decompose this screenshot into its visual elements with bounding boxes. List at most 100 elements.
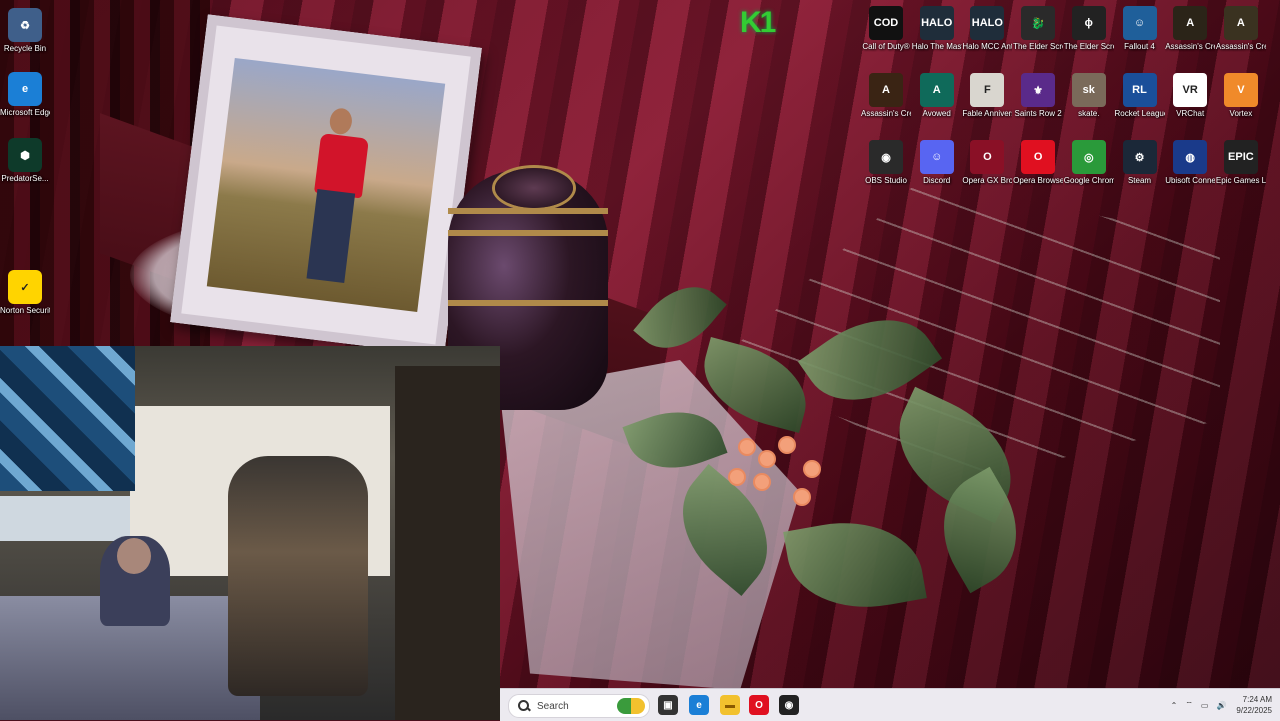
clock-date: 9/22/2025 — [1236, 706, 1272, 715]
volume-icon[interactable]: 🔊 — [1216, 701, 1226, 710]
search-highlight-icon[interactable] — [617, 698, 645, 714]
predatorsense-icon: ⬢ — [8, 138, 42, 172]
desktop-icon-saints-row-2[interactable]: ⚜ Saints Row 2 — [1013, 73, 1063, 119]
halo-mc-icon: HALO — [919, 6, 954, 40]
assassins-creed-o-icon: A — [1173, 6, 1208, 40]
desktop-icon-label: Discord — [923, 176, 951, 185]
desktop-icon-discord[interactable]: ☺ Discord — [912, 140, 962, 186]
desktop-icon-label: Opera GX Browser — [962, 176, 1013, 185]
desktop-icon-halo-mc[interactable]: HALO Halo The Master Chi... — [912, 6, 962, 52]
desktop-icon-fable-anniversary[interactable]: F Fable Anniversary — [962, 73, 1012, 119]
webcam-tapestry — [0, 346, 135, 491]
desktop-icon-label: Epic Games Launcher — [1215, 176, 1266, 185]
desktop-icon-label: skate. — [1078, 109, 1100, 118]
taskbar-app-edge[interactable]: e — [689, 695, 709, 715]
desktop-icon-elder-scrolls-iv[interactable]: ɸ The Elder Scrolls IV ... — [1064, 6, 1114, 52]
desktop-icon-label: Avowed — [922, 109, 951, 118]
desktop-icon-call-of-duty[interactable]: COD Call of Duty® — [861, 6, 911, 52]
search-icon — [517, 699, 531, 713]
assassins-creed-origins-icon: A — [1223, 6, 1258, 40]
desktop-icon-label: Google Chrome — [1063, 176, 1114, 185]
desktop-icon-assassins-creed-origins[interactable]: A Assassin's Creed Origins — [1216, 6, 1266, 52]
desktop-icon-label: Vortex — [1229, 109, 1253, 118]
ubisoft-connect-icon: ◍ — [1173, 140, 1208, 174]
rocket-league-icon: RL — [1122, 73, 1157, 107]
desktop-icon-steam[interactable]: ⚙ Steam — [1115, 140, 1165, 186]
desktop-icon-label: Ubisoft Connect — [1165, 176, 1216, 185]
desktop-icon-label: The Elder Scrolls IV ... — [1063, 42, 1114, 51]
call-of-duty-icon: COD — [869, 6, 903, 40]
microsoft-edge-icon: e — [8, 72, 42, 106]
desktop-icon-fallout-4[interactable]: ☺ Fallout 4 — [1115, 6, 1165, 52]
desktop-icon-label: Fable Anniversary — [962, 109, 1012, 118]
desktop-icon-google-chrome[interactable]: ◎ Google Chrome — [1064, 140, 1114, 186]
desktop-icon-label: Saints Row 2 — [1014, 109, 1062, 118]
desktop-icon-label: PredatorSe... — [1, 174, 49, 183]
taskbar-app-file-explorer[interactable]: ▬ — [720, 695, 740, 715]
steam-icon: ⚙ — [1122, 140, 1157, 174]
desktop-icon-label: Assassin's Creed Origins — [1215, 42, 1266, 51]
vortex-icon: V — [1223, 73, 1258, 107]
desktop-icon-norton[interactable]: ✓ Norton Security Ultra — [0, 270, 50, 316]
desktop-icon-vrchat[interactable]: VR VRChat — [1165, 73, 1215, 119]
epic-games-icon: EPIC — [1223, 140, 1258, 174]
avowed-icon: A — [919, 73, 954, 107]
assassins-creed-mirage-icon: A — [869, 73, 903, 107]
wallpaper-photo — [206, 57, 446, 313]
desktop-icon-predatorsense[interactable]: ⬢ PredatorSe... — [0, 138, 50, 184]
taskbar-search[interactable]: Search — [508, 694, 650, 718]
desktop-icon-obs-studio[interactable]: ◉ OBS Studio — [861, 140, 911, 186]
battery-icon[interactable]: ▭ — [1201, 701, 1209, 710]
desktop-icon-label: Rocket League® — [1114, 109, 1165, 118]
fallout-4-icon: ☺ — [1122, 6, 1157, 40]
norton-icon: ✓ — [8, 270, 42, 304]
desktop-icon-label: OBS Studio — [865, 176, 907, 185]
opera-icon: O — [1021, 140, 1056, 174]
desktop-icon-halo-mcc[interactable]: HALO Halo MCC Anti-Che... — [962, 6, 1012, 52]
clock-time: 7:24 AM — [1242, 695, 1272, 704]
desktop-icon-label: Call of Duty® — [862, 42, 910, 51]
system-tray: ⌃ ⌔ ▭ 🔊 7:24 AM 9/22/2025 — [1167, 689, 1280, 721]
desktop-icon-vortex[interactable]: V Vortex — [1216, 73, 1266, 119]
desktop-icon-label: Microsoft Edge — [0, 108, 50, 117]
search-placeholder: Search — [537, 700, 569, 712]
halo-mcc-icon: HALO — [970, 6, 1005, 40]
chevron-up-icon[interactable]: ⌃ — [1171, 701, 1178, 710]
desktop-icon-label: Recycle Bin — [3, 44, 47, 53]
desktop-icon-assassins-creed-o[interactable]: A Assassin's Creed O... — [1165, 6, 1215, 52]
k1-overlay-text: K1 — [740, 6, 776, 39]
google-chrome-icon: ◎ — [1071, 140, 1106, 174]
desktop-icon-avowed[interactable]: A Avowed — [912, 73, 962, 119]
taskbar-app-taskview[interactable]: ▣ — [658, 695, 678, 715]
desktop-icon-epic-games[interactable]: EPIC Epic Games Launcher — [1216, 140, 1266, 186]
vrchat-icon: VR — [1173, 73, 1208, 107]
desktop-icon-recycle-bin[interactable]: ♻ Recycle Bin — [0, 8, 50, 54]
desktop-icon-opera-gx[interactable]: O Opera GX Browser — [962, 140, 1012, 186]
desktop-icon-elder-scrolls[interactable]: 🐉 The Elder Scrolls ... — [1013, 6, 1063, 52]
desktop-icon-label: Assassin's Creed Mirage — [861, 109, 911, 118]
taskbar-app-opera[interactable]: O — [749, 695, 769, 715]
opera-gx-icon: O — [970, 140, 1005, 174]
desktop-icon-label: Assassin's Creed O... — [1165, 42, 1215, 51]
desktop-icon-opera[interactable]: O Opera Browser — [1013, 140, 1063, 186]
elder-scrolls-icon: 🐉 — [1021, 6, 1056, 40]
network-icon[interactable]: ⌔ — [1185, 700, 1193, 710]
taskbar-app-obs[interactable]: ◉ — [779, 695, 799, 715]
wallpaper-urn-lid — [495, 168, 573, 208]
saints-row-2-icon: ⚜ — [1021, 73, 1056, 107]
skate-icon: sk — [1071, 73, 1106, 107]
desktop-icon-microsoft-edge[interactable]: e Microsoft Edge — [0, 72, 50, 118]
desktop-icon-label: Fallout 4 — [1124, 42, 1155, 51]
webcam-chair — [228, 456, 368, 696]
desktop-icon-skate[interactable]: sk skate. — [1064, 73, 1114, 119]
desktop-icon-ubisoft-connect[interactable]: ◍ Ubisoft Connect — [1165, 140, 1215, 186]
desktop-icon-rocket-league[interactable]: RL Rocket League® — [1115, 73, 1165, 119]
taskbar-clock[interactable]: 7:24 AM 9/22/2025 — [1236, 694, 1272, 716]
fable-anniversary-icon: F — [970, 73, 1005, 107]
desktop-icon-label: Halo MCC Anti-Che... — [962, 42, 1012, 51]
desktop-icon-assassins-creed-mirage[interactable]: A Assassin's Creed Mirage — [861, 73, 911, 119]
desktop-icon-label: Opera Browser — [1013, 176, 1064, 185]
desktop-icon-label: Norton Security Ultra — [0, 306, 50, 315]
elder-scrolls-iv-icon: ɸ — [1071, 6, 1106, 40]
taskbar: Search ▣ e ▬ O ◉ ⌃ ⌔ ▭ 🔊 7:24 AM 9/22/2025 — [500, 688, 1280, 721]
